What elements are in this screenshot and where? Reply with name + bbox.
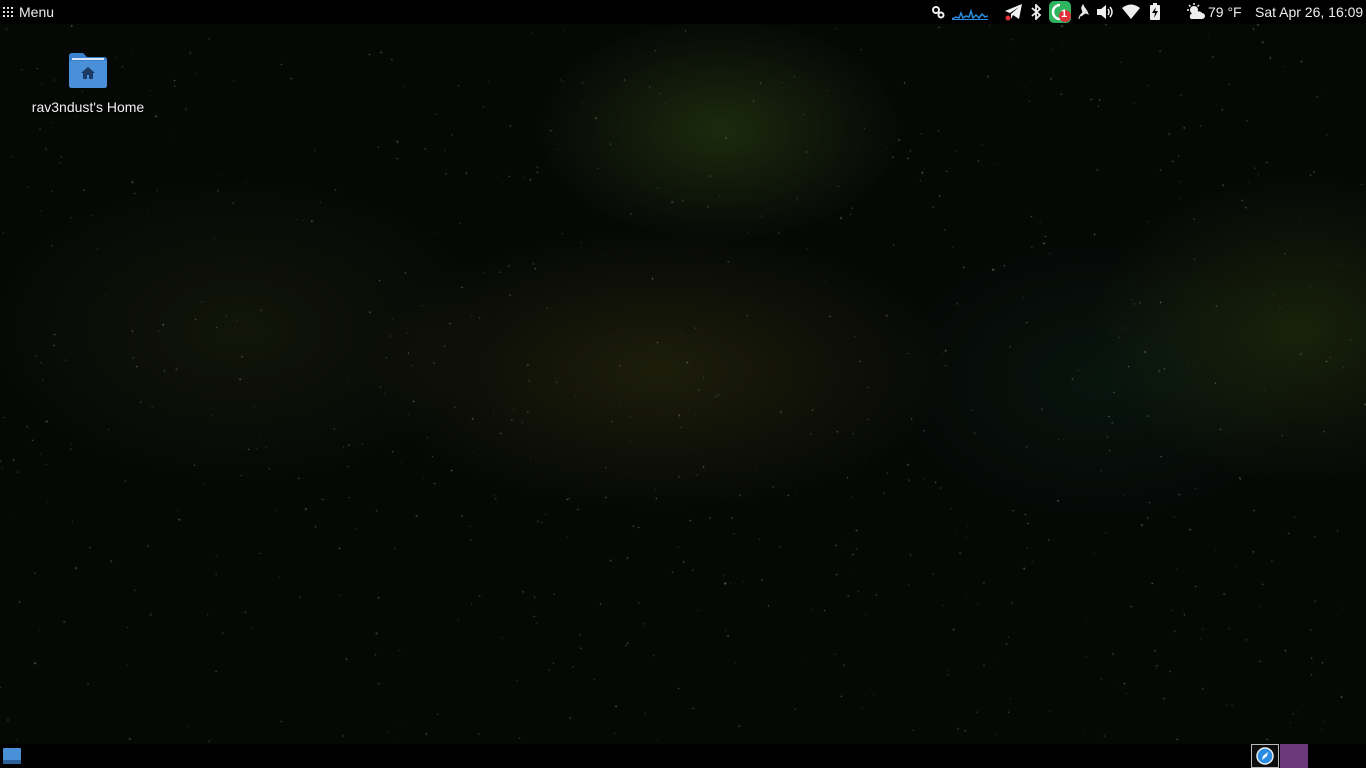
bluetooth-icon[interactable] bbox=[1028, 3, 1044, 21]
menu-label: Menu bbox=[19, 4, 55, 20]
weather-partly-sunny-icon[interactable] bbox=[1184, 3, 1206, 21]
browser-window-icon bbox=[1256, 747, 1274, 765]
telegram-icon[interactable] bbox=[1004, 3, 1024, 21]
menu-button[interactable]: Menu bbox=[3, 3, 54, 21]
desktop[interactable]: rav3ndust's Home Menu 1 79 °F Sat Apr 26… bbox=[0, 0, 1366, 768]
settings-gear-icon[interactable] bbox=[930, 3, 946, 21]
notification-badge: 1 bbox=[1061, 8, 1068, 20]
desktop-icon-home[interactable]: rav3ndust's Home bbox=[18, 48, 158, 115]
app-grid-icon bbox=[3, 7, 13, 17]
wifi-icon[interactable] bbox=[1121, 3, 1141, 21]
notification-app-icon[interactable]: 1 bbox=[1048, 1, 1074, 23]
desktop-icon-label: rav3ndust's Home bbox=[31, 99, 145, 115]
battery-charging-icon[interactable] bbox=[1146, 3, 1164, 21]
home-folder-icon bbox=[69, 53, 107, 88]
workspace-1[interactable] bbox=[1251, 744, 1279, 768]
system-monitor-graph-icon[interactable] bbox=[952, 3, 988, 21]
top-panel: Menu 1 79 °F Sat Apr 26, 16:09 bbox=[0, 0, 1366, 24]
clock[interactable]: Sat Apr 26, 16:09 bbox=[1255, 4, 1363, 20]
weather-temperature[interactable]: 79 °F bbox=[1208, 4, 1242, 20]
starfield-wallpaper bbox=[0, 0, 1366, 768]
show-desktop-icon[interactable] bbox=[2, 747, 22, 765]
workspace-2[interactable] bbox=[1280, 744, 1308, 768]
flame-icon[interactable] bbox=[1075, 3, 1091, 21]
bottom-panel bbox=[0, 744, 1366, 768]
volume-icon[interactable] bbox=[1096, 3, 1114, 21]
